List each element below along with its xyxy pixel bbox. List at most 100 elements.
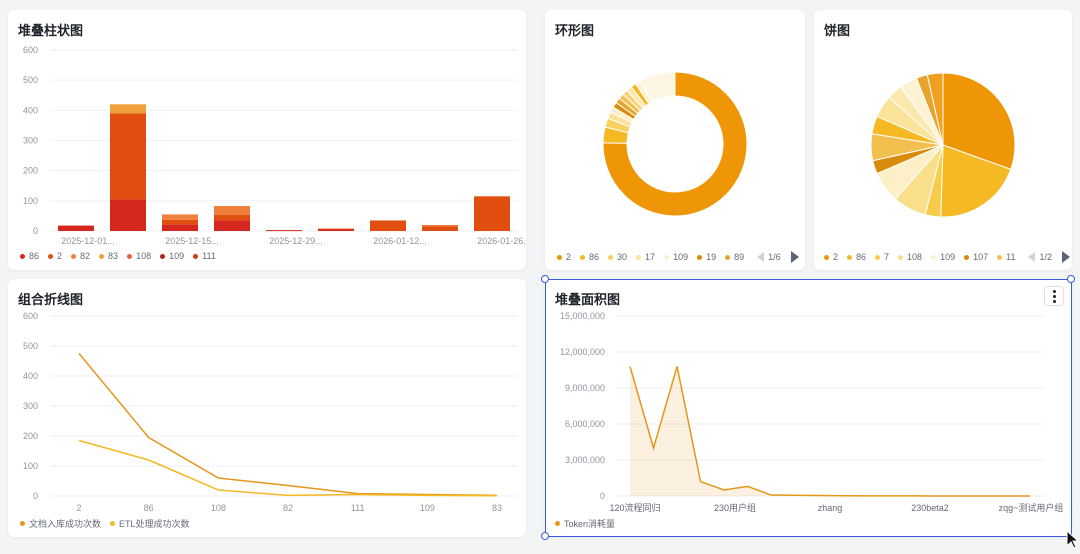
x-tick-label: 120流程同归 bbox=[609, 502, 660, 513]
legend-item[interactable]: 2 bbox=[824, 252, 838, 262]
pie-page-indicator: 1/2 bbox=[1039, 252, 1052, 262]
legend-marker bbox=[697, 254, 703, 260]
legend-label: 108 bbox=[907, 252, 923, 262]
x-tick-label: 111 bbox=[351, 503, 365, 513]
y-tick-label: 100 bbox=[23, 461, 38, 471]
y-tick-label: 300 bbox=[23, 401, 38, 411]
legend-label: 30 bbox=[617, 252, 628, 262]
prev-page-icon[interactable] bbox=[757, 252, 765, 262]
legend-item[interactable]: 86 bbox=[20, 251, 39, 261]
legend-label: 86 bbox=[29, 251, 40, 261]
bar-segment bbox=[162, 224, 198, 231]
bar-segment bbox=[422, 226, 458, 231]
stacked-bar-chart: 600 500 400 300 200 100 0 2025-12-01... 2025-12-… bbox=[23, 45, 526, 246]
legend-marker bbox=[99, 253, 105, 259]
legend-item[interactable]: 109 bbox=[931, 252, 955, 262]
donut-page-indicator: 1/6 bbox=[768, 252, 781, 262]
x-tick-label: 83 bbox=[492, 503, 502, 513]
legend-item[interactable]: 109 bbox=[664, 252, 688, 262]
legend-item[interactable]: 108 bbox=[898, 252, 922, 262]
bar-segment bbox=[318, 228, 354, 230]
legend-label: 108 bbox=[136, 251, 152, 261]
legend-item[interactable]: 89 bbox=[725, 252, 744, 262]
x-tick-label: zhang bbox=[818, 503, 843, 513]
legend-marker bbox=[193, 253, 199, 259]
legend-item[interactable]: 86 bbox=[580, 252, 599, 262]
legend-marker bbox=[110, 521, 116, 526]
y-tick-label: 400 bbox=[23, 371, 38, 381]
legend-marker bbox=[898, 254, 904, 260]
legend-marker bbox=[48, 253, 54, 259]
resize-handle-top-right[interactable] bbox=[1067, 275, 1075, 283]
pie-chart bbox=[870, 72, 1016, 218]
stacked-bar-card: 堆叠柱状图 600 500 400 300 200 100 0 2025-12-01... 20… bbox=[8, 10, 526, 270]
donut-legend-pager: 1/6 bbox=[753, 251, 799, 263]
legend-label: 7 bbox=[884, 252, 890, 262]
legend-marker bbox=[580, 254, 586, 260]
legend-item[interactable]: 109 bbox=[160, 251, 184, 261]
legend-item[interactable]: 11 bbox=[997, 252, 1015, 262]
x-tick-label: 2026-01-26... bbox=[477, 236, 526, 246]
resize-handle-bottom-left[interactable] bbox=[541, 532, 549, 540]
legend-item[interactable]: 7 bbox=[875, 252, 889, 262]
bar-segment bbox=[110, 113, 146, 200]
legend-marker bbox=[127, 253, 133, 259]
legend-item[interactable]: 107 bbox=[964, 252, 988, 262]
legend-item[interactable]: 86 bbox=[847, 252, 866, 262]
stacked-area-chart: 15,000,000 12,000,000 9,000,000 6,000,000 3,… bbox=[560, 311, 1064, 513]
legend-item[interactable]: Token消耗量 bbox=[555, 517, 615, 530]
legend-label: 82 bbox=[80, 251, 91, 261]
mouse-cursor-icon bbox=[1066, 530, 1080, 549]
legend-item[interactable]: 111 bbox=[193, 251, 216, 261]
legend-item[interactable]: 30 bbox=[608, 252, 627, 262]
legend-label: 文档入库成功次数 bbox=[29, 519, 102, 529]
legend-item[interactable]: 2 bbox=[557, 252, 571, 262]
bar-segment bbox=[110, 199, 146, 231]
legend-marker bbox=[160, 253, 166, 259]
next-page-icon[interactable] bbox=[790, 251, 799, 263]
y-tick-label: 0 bbox=[33, 226, 38, 236]
legend-item[interactable]: 17 bbox=[636, 252, 655, 262]
y-tick-label: 400 bbox=[23, 105, 38, 115]
legend-item[interactable]: ETL处理成功次数 bbox=[110, 517, 190, 530]
legend-label: 86 bbox=[856, 252, 867, 262]
prev-page-icon[interactable] bbox=[1028, 252, 1036, 262]
legend-marker bbox=[875, 254, 881, 260]
legend-marker bbox=[71, 253, 77, 259]
bar-segment bbox=[266, 230, 302, 232]
legend-label: 109 bbox=[940, 252, 956, 262]
legend-item[interactable]: 83 bbox=[99, 251, 118, 261]
x-tick-label: 2025-12-01... bbox=[61, 236, 115, 246]
resize-handle-top-left[interactable] bbox=[541, 275, 549, 283]
legend-label: 11 bbox=[1006, 252, 1016, 262]
x-tick-label: zqg~测试用户组 bbox=[999, 502, 1064, 513]
next-page-icon[interactable] bbox=[1062, 251, 1070, 263]
legend-label: 109 bbox=[169, 251, 185, 261]
legend-item[interactable]: 82 bbox=[71, 251, 90, 261]
x-tick-label: 2025-12-29... bbox=[269, 236, 323, 246]
legend-marker bbox=[847, 254, 853, 260]
x-tick-label: 108 bbox=[211, 503, 226, 513]
bar-segment bbox=[110, 104, 146, 114]
legend-label: 83 bbox=[108, 251, 119, 261]
legend-label: 19 bbox=[706, 252, 717, 262]
stacked-area-card[interactable]: 堆叠面积图 15,000,000 12,000,000 9,000,000 6,000… bbox=[545, 279, 1072, 537]
y-tick-label: 500 bbox=[23, 75, 38, 85]
x-tick-label: 86 bbox=[144, 503, 154, 513]
combo-line-card: 组合折线图 600 500 400 300 200 100 0 2 86 108 82 111 109 8… bbox=[8, 279, 526, 537]
pie-legend: 2 86 7 108 109 107 11 1/2 bbox=[824, 251, 1070, 263]
bar-segment bbox=[58, 225, 94, 231]
y-tick-label: 0 bbox=[600, 491, 605, 501]
legend-marker bbox=[636, 254, 642, 260]
y-tick-label: 300 bbox=[23, 136, 38, 146]
bar-segment bbox=[318, 229, 354, 231]
legend-item[interactable]: 108 bbox=[127, 251, 151, 261]
legend-label: 107 bbox=[973, 252, 989, 262]
legend-label: 109 bbox=[673, 252, 689, 262]
y-tick-label: 600 bbox=[23, 311, 38, 321]
legend-item[interactable]: 2 bbox=[48, 251, 62, 261]
x-tick-label: 2026-01-12... bbox=[373, 236, 427, 246]
legend-item[interactable]: 19 bbox=[697, 252, 716, 262]
y-tick-label: 600 bbox=[23, 45, 38, 55]
legend-item[interactable]: 文档入库成功次数 bbox=[20, 517, 101, 530]
